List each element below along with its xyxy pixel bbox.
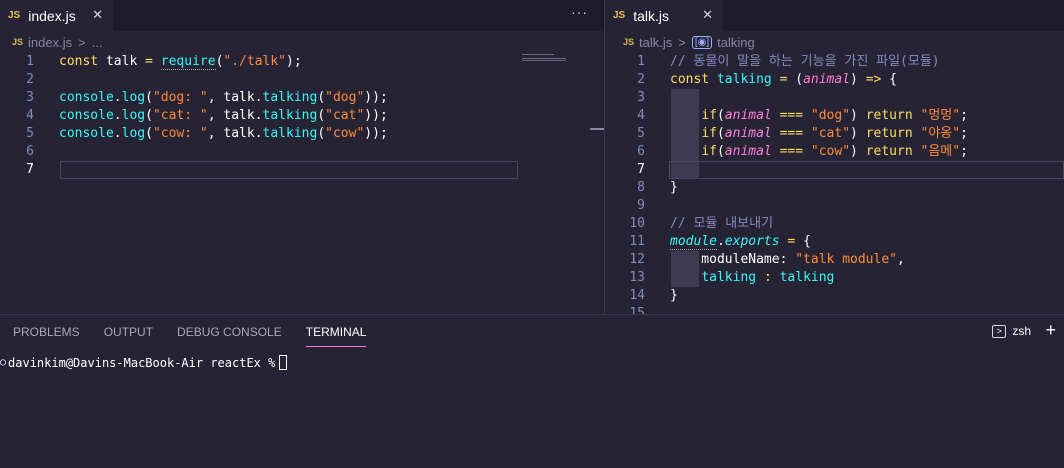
code-line: 6 [0, 143, 604, 161]
code-line: 5 console.log("cow: ", talk.talking("cow"… [0, 125, 604, 143]
code-line: 8} [605, 179, 1064, 197]
bottom-panel: PROBLEMS OUTPUT DEBUG CONSOLE TERMINAL >… [0, 314, 1064, 468]
tab-talk-js[interactable]: JS talk.js ✕ [605, 0, 723, 31]
breadcrumb-file[interactable]: talk.js [639, 35, 672, 50]
line-number: 4 [26, 108, 34, 123]
line-number: 14 [629, 288, 645, 303]
chevron-right-icon: > [78, 34, 86, 50]
code-line: 12 moduleName: "talk module", [605, 251, 1064, 269]
close-icon[interactable]: ✕ [702, 7, 713, 23]
tab-index-js[interactable]: JS index.js ✕ [0, 0, 113, 31]
line-number: 1 [26, 54, 34, 69]
prompt-marker-icon: ○ [0, 357, 7, 368]
code-line: 7 [0, 161, 604, 179]
tab-terminal[interactable]: TERMINAL [305, 315, 366, 348]
shell-name: zsh [1012, 324, 1031, 338]
code-line: 15 [605, 305, 1064, 314]
code-line: 3 console.log("dog: ", talk.talking("dog"… [0, 89, 604, 107]
code-line: 3 [605, 89, 1064, 107]
line-number: 4 [637, 108, 645, 123]
line-number: 7 [637, 162, 645, 177]
tab-debug-console[interactable]: DEBUG CONSOLE [177, 315, 282, 348]
close-icon[interactable]: ✕ [92, 7, 103, 23]
js-file-icon: JS [613, 10, 626, 21]
add-terminal-icon[interactable]: + [1045, 320, 1056, 341]
left-tab-bar: JS index.js ✕ ··· [0, 0, 604, 31]
line-number: 9 [637, 198, 645, 213]
line-number: 6 [26, 144, 34, 159]
terminal-output[interactable]: ○ davinkim@Davins-MacBook-Air reactEx % [0, 355, 288, 370]
js-file-icon: JS [623, 37, 635, 47]
symbol-variable-icon: [◉] [691, 35, 713, 49]
line-number: 5 [637, 126, 645, 141]
tab-output[interactable]: OUTPUT [104, 315, 153, 348]
more-actions-icon[interactable]: ··· [571, 4, 588, 20]
terminal-cursor [279, 355, 288, 370]
code-line: 1// 동물이 말을 하는 기능을 가진 파일(모듈) [605, 53, 1064, 71]
line-number: 3 [26, 90, 34, 105]
code-line: 9 [605, 197, 1064, 215]
line-number: 7 [26, 162, 34, 177]
terminal-prompt: davinkim@Davins-MacBook-Air reactEx % [8, 355, 276, 370]
code-editor[interactable]: 1 const talk = require("./talk"); 2 3 cons… [0, 53, 604, 179]
terminal-selector[interactable]: > zsh [992, 324, 1031, 338]
line-number: 6 [637, 144, 645, 159]
terminal-icon: > [992, 324, 1007, 338]
code-line: 11 module.exports = { [605, 233, 1064, 251]
line-number: 2 [26, 72, 34, 87]
code-editor[interactable]: 1// 동물이 말을 하는 기능을 가진 파일(모듈) 2 const talki… [605, 53, 1064, 314]
code-line: 2 const talking = (animal) => { [605, 71, 1064, 89]
code-line: 2 [0, 71, 604, 89]
line-number: 3 [637, 90, 645, 105]
left-editor-group: JS index.js ✕ ··· JS index.js > ... 1 con… [0, 0, 604, 314]
code-line: 7 [605, 161, 1064, 179]
code-line: 4 if(animal === "dog") return "멍멍"; [605, 107, 1064, 125]
code-line: 10// 모듈 내보내기 [605, 215, 1064, 233]
breadcrumb-symbol[interactable]: talking [717, 35, 755, 50]
line-number: 15 [629, 306, 645, 314]
code-line: 1 const talk = require("./talk"); [0, 53, 604, 71]
breadcrumb-rest[interactable]: ... [92, 35, 103, 50]
line-number: 5 [26, 126, 34, 141]
js-file-icon: JS [8, 10, 21, 21]
code-line: 13 talking : talking [605, 269, 1064, 287]
code-line: 4 console.log("cat: ", talk.talking("cat"… [0, 107, 604, 125]
breadcrumb: JS talk.js > [◉] talking [623, 31, 755, 53]
line-number: 12 [629, 252, 645, 267]
panel-tabs: PROBLEMS OUTPUT DEBUG CONSOLE TERMINAL [13, 315, 390, 348]
line-number: 2 [637, 72, 645, 87]
tab-label: talk.js [633, 7, 670, 24]
line-number: 11 [629, 234, 645, 249]
right-editor-group: JS talk.js ✕ JS talk.js > [◉] talking 1/… [605, 0, 1064, 314]
line-number: 13 [629, 270, 645, 285]
js-file-icon: JS [12, 37, 24, 47]
right-tab-bar: JS talk.js ✕ [605, 0, 1064, 31]
tab-label: index.js [28, 7, 76, 24]
breadcrumb: JS index.js > ... [12, 31, 103, 53]
line-number: 1 [637, 54, 645, 69]
breadcrumb-file[interactable]: index.js [28, 35, 72, 50]
line-number: 8 [637, 180, 645, 195]
code-line: 6 if(animal === "cow") return "음메"; [605, 143, 1064, 161]
line-number: 10 [629, 216, 645, 231]
code-line: 14} [605, 287, 1064, 305]
tab-problems[interactable]: PROBLEMS [13, 315, 80, 348]
code-line: 5 if(animal === "cat") return "야옹"; [605, 125, 1064, 143]
chevron-right-icon: > [678, 34, 686, 50]
